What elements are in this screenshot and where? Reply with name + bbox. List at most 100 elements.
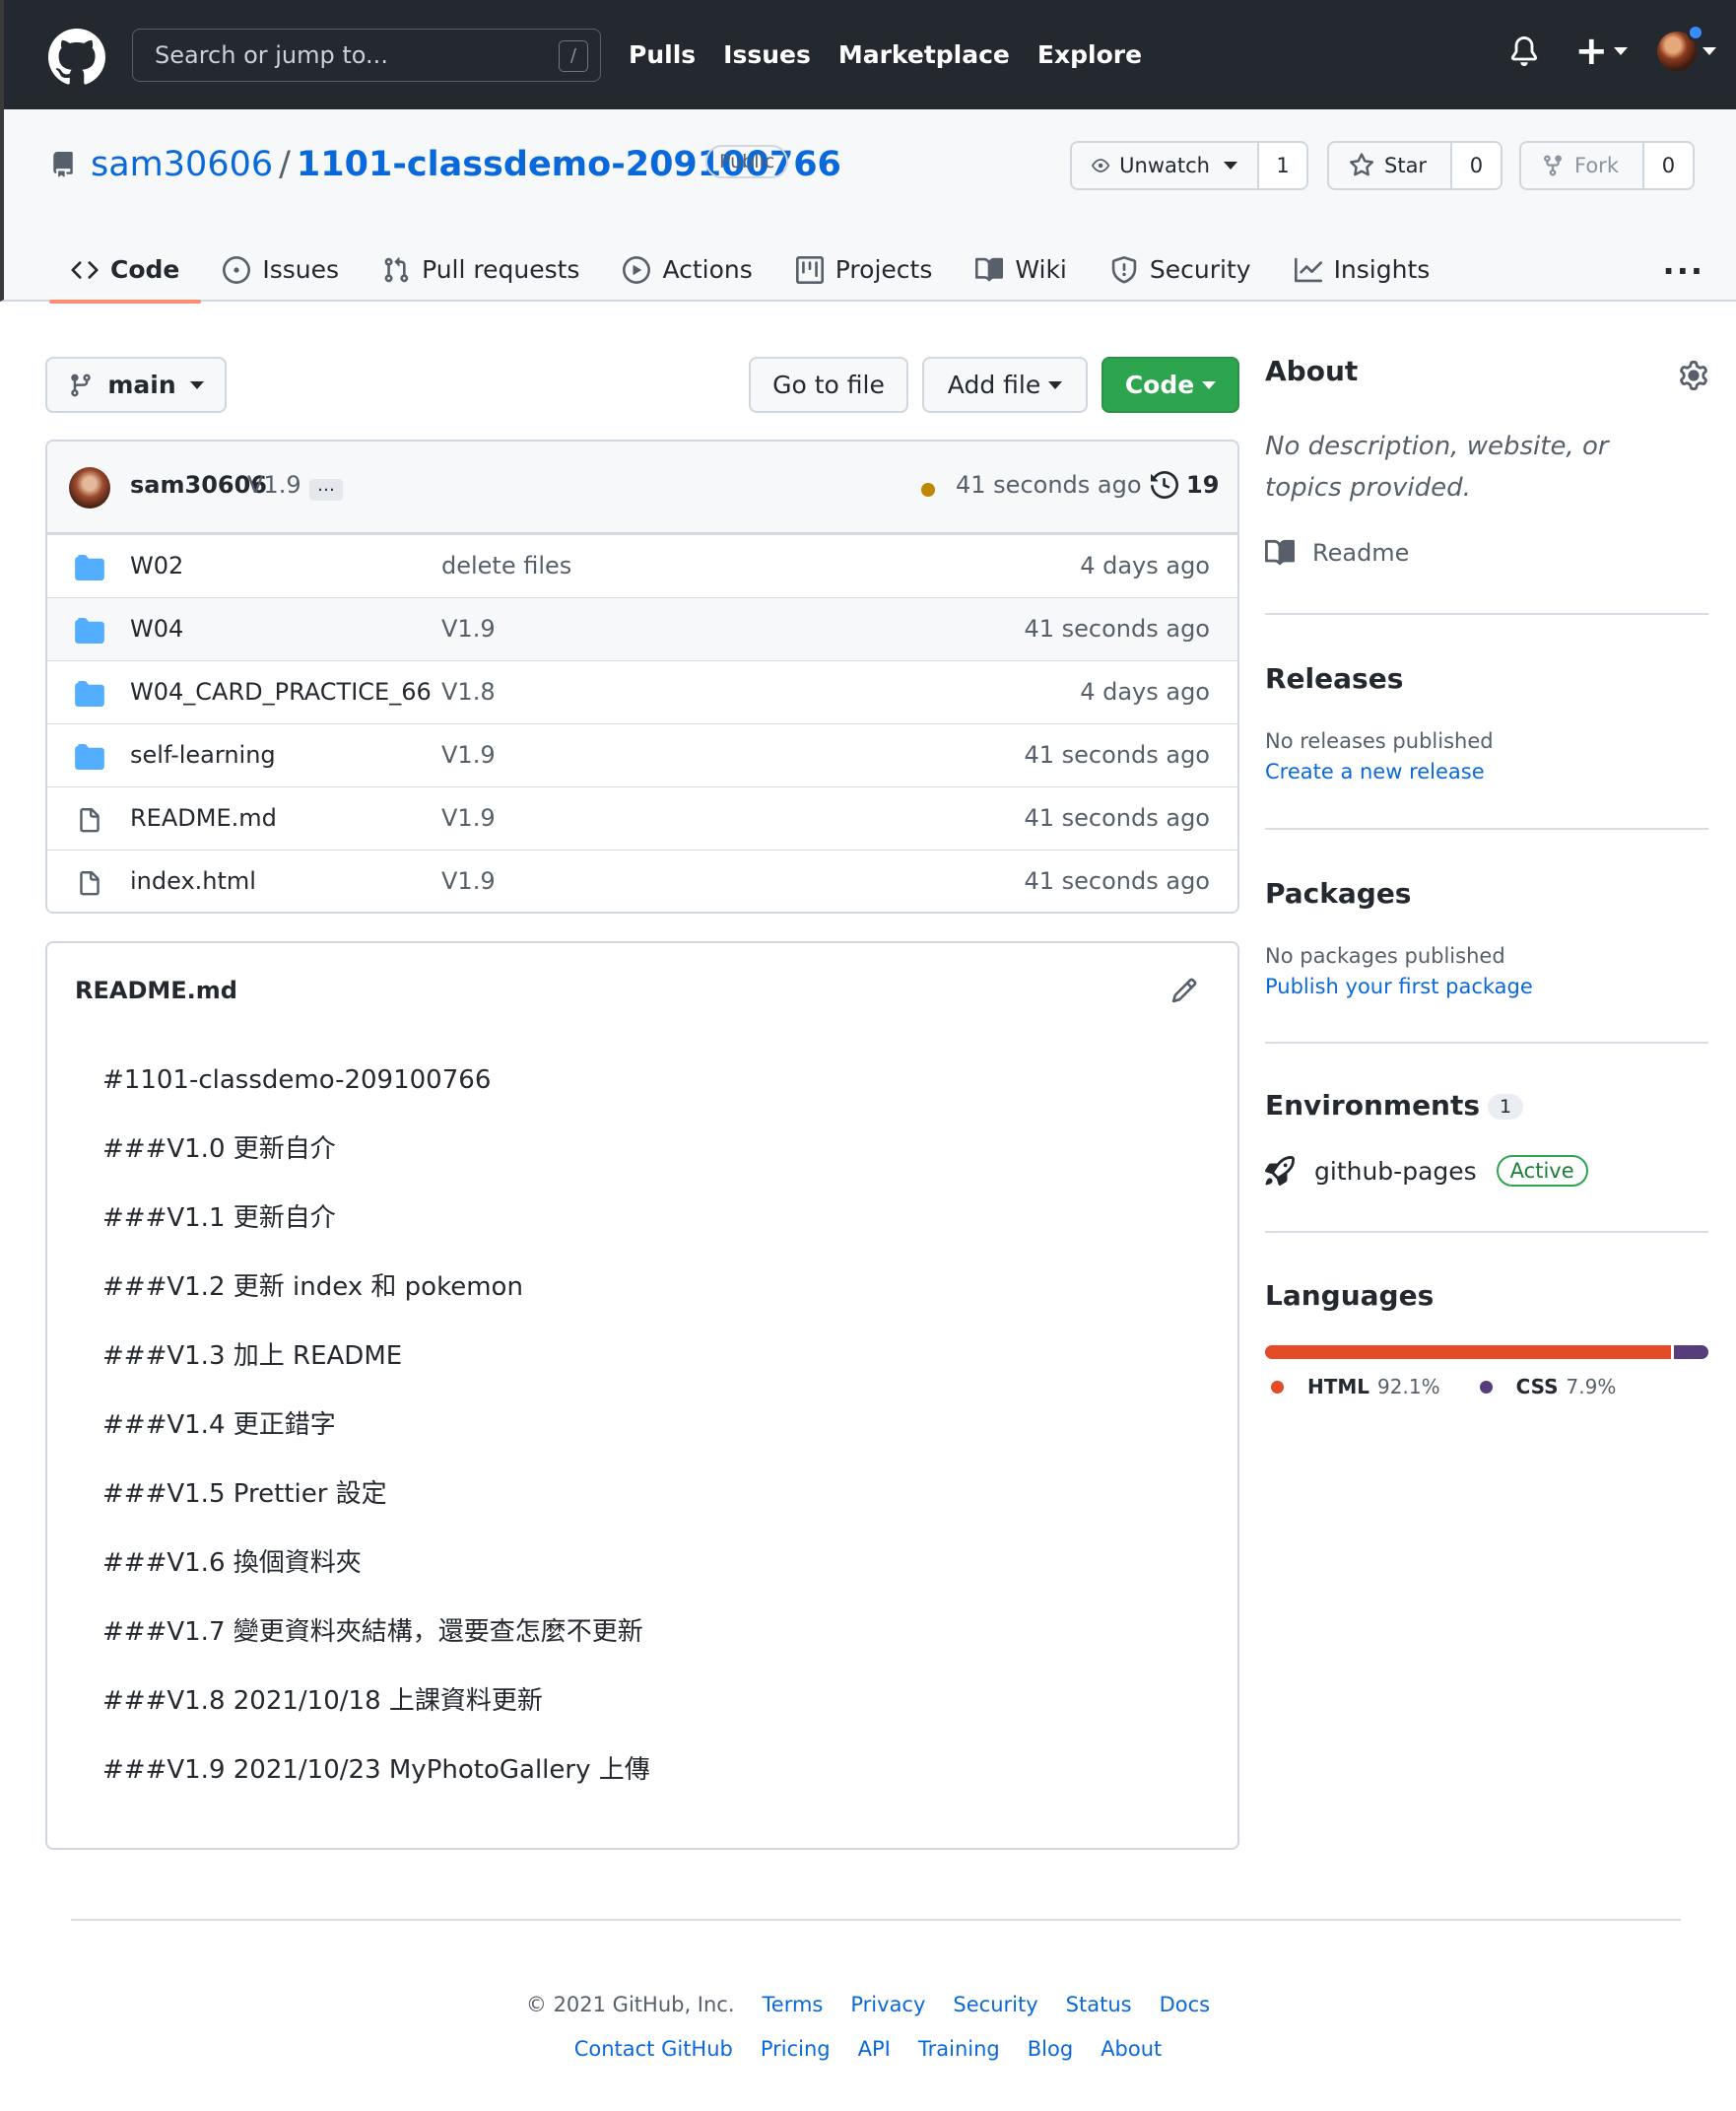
- releases-empty-text: No releases published: [1265, 729, 1494, 753]
- chevron-down-icon[interactable]: [1614, 47, 1628, 55]
- gear-icon[interactable]: [1679, 361, 1708, 390]
- commit-time[interactable]: 41 seconds ago: [956, 471, 1142, 499]
- file-icon: [80, 871, 100, 896]
- footer-link-contact[interactable]: Contact GitHub: [574, 2037, 733, 2061]
- language-bar: [1265, 1345, 1708, 1359]
- footer-link-api[interactable]: API: [858, 2037, 891, 2061]
- commit-message[interactable]: V1.9: [247, 471, 301, 499]
- file-row[interactable]: W04_CARD_PRACTICE_66 V1.8 4 days ago: [47, 660, 1237, 723]
- environments-title: Environments: [1265, 1089, 1481, 1122]
- fork-icon: [1544, 155, 1562, 176]
- commit-count[interactable]: 19: [1186, 471, 1219, 499]
- nav-marketplace[interactable]: Marketplace: [838, 37, 1010, 73]
- publish-package-link[interactable]: Publish your first package: [1265, 975, 1533, 998]
- branch-select-button[interactable]: main: [45, 357, 227, 413]
- branch-icon: [71, 374, 92, 396]
- file-row[interactable]: W02 delete files 4 days ago: [47, 534, 1237, 597]
- environments-header[interactable]: Environments 1: [1265, 1089, 1524, 1122]
- file-name[interactable]: README.md: [130, 804, 277, 832]
- more-options-icon[interactable]: ···: [1663, 252, 1704, 290]
- file-commit-message[interactable]: delete files: [441, 552, 571, 579]
- nav-explore[interactable]: Explore: [1037, 37, 1142, 73]
- releases-title[interactable]: Releases: [1265, 662, 1403, 695]
- nav-issues[interactable]: Issues: [723, 37, 811, 73]
- star-count[interactable]: 0: [1451, 143, 1501, 188]
- packages-title[interactable]: Packages: [1265, 877, 1411, 910]
- search-input[interactable]: Search or jump to... /: [132, 29, 601, 82]
- file-row[interactable]: W04 V1.9 41 seconds ago: [47, 597, 1237, 660]
- chevron-down-icon[interactable]: [1703, 47, 1716, 55]
- file-commit-message[interactable]: V1.9: [441, 615, 496, 643]
- tab-code[interactable]: Code: [49, 239, 202, 304]
- language-item-html[interactable]: HTML 92.1%: [1271, 1375, 1440, 1398]
- plus-icon[interactable]: +: [1574, 32, 1608, 71]
- repo-owner-link[interactable]: sam30606: [91, 145, 273, 184]
- chevron-down-icon: [1048, 380, 1063, 389]
- footer-link-pricing[interactable]: Pricing: [761, 2037, 831, 2061]
- pencil-icon[interactable]: [1170, 977, 1198, 1004]
- tab-projects[interactable]: Projects: [774, 239, 955, 302]
- file-commit-message[interactable]: V1.8: [441, 678, 496, 706]
- unwatch-button[interactable]: Unwatch: [1072, 143, 1259, 188]
- file-commit-message[interactable]: V1.9: [441, 741, 496, 769]
- file-row[interactable]: self-learning V1.9 41 seconds ago: [47, 723, 1237, 786]
- readme-panel: README.md #1101-classdemo-209100766 ###V…: [45, 941, 1239, 1850]
- footer-link-blog[interactable]: Blog: [1028, 2037, 1073, 2061]
- footer-link-terms[interactable]: Terms: [763, 1993, 824, 2016]
- chevron-down-icon: [189, 380, 204, 389]
- footer-link-docs[interactable]: Docs: [1160, 1993, 1211, 2016]
- file-name[interactable]: W02: [130, 552, 183, 579]
- fork-button[interactable]: Fork: [1521, 143, 1644, 188]
- footer-link-security[interactable]: Security: [953, 1993, 1037, 2016]
- search-placeholder: Search or jump to...: [155, 41, 388, 69]
- folder-icon: [75, 681, 104, 707]
- file-name[interactable]: index.html: [130, 867, 256, 895]
- readme-title[interactable]: README.md: [75, 977, 237, 1004]
- file-list: sam30606 V1.9 … 41 seconds ago 19 W02 de…: [45, 440, 1239, 914]
- commit-expand-button[interactable]: …: [309, 477, 343, 501]
- file-row[interactable]: index.html V1.9 41 seconds ago: [47, 850, 1237, 912]
- go-to-file-label: Go to file: [772, 371, 885, 399]
- file-row[interactable]: README.md V1.9 41 seconds ago: [47, 786, 1237, 850]
- watch-count[interactable]: 1: [1259, 143, 1306, 188]
- fork-count[interactable]: 0: [1643, 143, 1693, 188]
- tab-security[interactable]: Security: [1089, 239, 1273, 302]
- footer-link-privacy[interactable]: Privacy: [850, 1993, 925, 2016]
- go-to-file-button[interactable]: Go to file: [749, 357, 908, 413]
- repo-separator: /: [279, 145, 291, 184]
- file-name[interactable]: W04_CARD_PRACTICE_66: [130, 678, 432, 706]
- commit-status-dot[interactable]: [921, 483, 935, 497]
- language-bar-segment-html: [1265, 1345, 1671, 1359]
- code-button[interactable]: Code: [1102, 357, 1239, 413]
- github-logo-icon[interactable]: [48, 29, 105, 86]
- tab-wiki[interactable]: Wiki: [954, 239, 1089, 302]
- create-release-link[interactable]: Create a new release: [1265, 760, 1485, 783]
- file-name[interactable]: W04: [130, 615, 183, 643]
- footer-link-training[interactable]: Training: [918, 2037, 1000, 2061]
- footer-link-status[interactable]: Status: [1066, 1993, 1132, 2016]
- shield-icon: [1111, 256, 1137, 284]
- repo-tabs: Code Issues Pull requests Actions Projec…: [49, 239, 1452, 304]
- play-icon: [623, 256, 651, 284]
- file-age: 4 days ago: [1080, 552, 1210, 579]
- bell-icon[interactable]: [1509, 34, 1539, 68]
- file-commit-message[interactable]: V1.9: [441, 804, 496, 832]
- tab-pull-requests[interactable]: Pull requests: [361, 239, 601, 302]
- tab-actions[interactable]: Actions: [601, 239, 773, 302]
- footer-link-about[interactable]: About: [1101, 2037, 1162, 2061]
- language-name: HTML: [1307, 1375, 1370, 1398]
- environment-item[interactable]: github-pages Active: [1265, 1155, 1588, 1187]
- file-commit-message[interactable]: V1.9: [441, 867, 496, 895]
- tab-issues[interactable]: Issues: [201, 239, 361, 302]
- file-name[interactable]: self-learning: [130, 741, 276, 769]
- readme-sidebar-link[interactable]: Readme: [1265, 538, 1409, 568]
- add-file-button[interactable]: Add file: [922, 357, 1088, 413]
- user-avatar[interactable]: [1657, 24, 1704, 71]
- commit-author-avatar[interactable]: [69, 467, 110, 509]
- readme-sidebar-label: Readme: [1312, 539, 1410, 567]
- tab-insights[interactable]: Insights: [1273, 239, 1452, 302]
- star-button[interactable]: Star: [1329, 143, 1452, 188]
- nav-pulls[interactable]: Pulls: [629, 37, 696, 73]
- history-icon[interactable]: [1151, 471, 1178, 499]
- language-item-css[interactable]: CSS 7.9%: [1479, 1375, 1616, 1398]
